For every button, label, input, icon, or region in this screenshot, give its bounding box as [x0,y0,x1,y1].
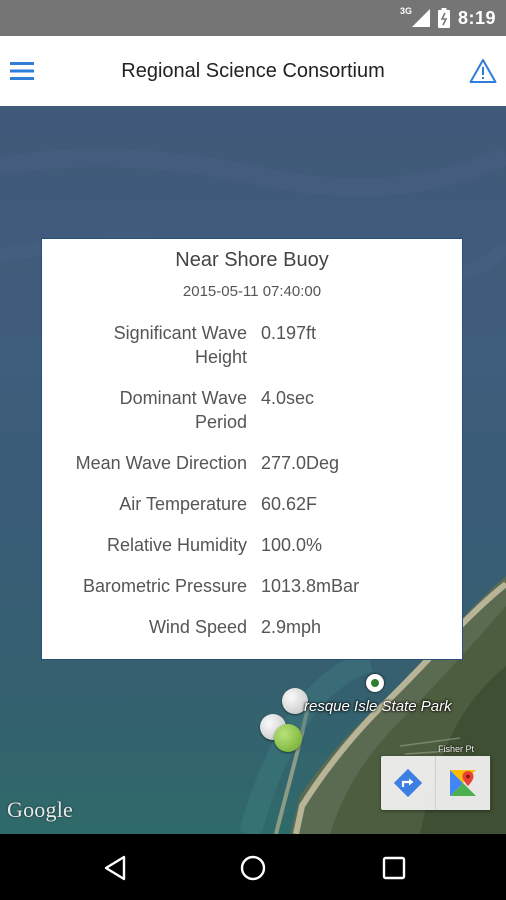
clock: 8:19 [457,7,496,28]
warning-triangle-icon [469,59,497,83]
park-pin[interactable] [366,674,384,692]
measurement-value: 0.197ft [261,323,317,343]
status-indicators: 3G 8:19 [400,0,496,36]
home-button[interactable] [233,848,273,888]
measurement-label: Barometric Pressure [82,576,247,596]
alert-button[interactable] [468,56,498,86]
app-title: Regional Science Consortium [121,59,385,82]
measurement-row: Significant Wave Height 0.197ft [42,321,462,369]
measurement-row: Mean Wave Direction 277.0Deg [42,451,462,475]
measurement-row: Wind Speed 2.9mph [42,615,462,639]
measurement-row: Relative Humidity 100.0% [42,533,462,557]
app-bar: Regional Science Consortium [0,36,506,107]
navigation-bar [0,834,506,900]
recents-button[interactable] [374,848,414,888]
measurement-value: 1013.8mBar [261,576,360,596]
buoy-info-card: Near Shore Buoy 2015-05-11 07:40:00 Sign… [41,238,463,660]
google-maps-icon [450,770,476,796]
measurement-value: 100.0% [261,535,323,555]
directions-button[interactable] [381,756,435,810]
back-button[interactable] [95,848,135,888]
measurement-list: Significant Wave Height 0.197ft Dominant… [42,321,462,656]
battery-icon [437,8,450,28]
status-bar: 3G 8:19 [0,0,506,36]
measurement-label: Significant Wave Height [113,323,247,367]
measurement-value: 2.9mph [261,617,322,637]
place-label: resque Isle State Park [304,698,452,715]
measurement-row: Dominant Wave Period 4.0sec [42,386,462,434]
measurement-label: Mean Wave Direction [75,453,247,473]
recents-square-icon [382,856,406,880]
measurement-value: 277.0Deg [261,453,340,473]
measurement-value: 4.0sec [261,388,315,408]
card-title: Near Shore Buoy [175,249,329,271]
directions-icon [393,768,423,798]
measurement-row: Barometric Pressure 1013.8mBar [42,574,462,598]
card-timestamp: 2015-05-11 07:40:00 [182,283,322,300]
small-place-label: Fisher Pt [438,744,475,754]
measurement-label: Relative Humidity [106,535,247,555]
measurement-label: Air Temperature [119,494,247,514]
map-toolbar [381,756,491,810]
measurement-label: Dominant Wave Period [119,388,247,432]
home-circle-icon [240,855,266,881]
measurement-label: Wind Speed [148,617,247,637]
open-in-maps-button[interactable] [435,756,490,810]
google-attribution: Google [7,797,73,822]
selected-buoy-marker[interactable] [274,724,302,752]
signal-icon [411,9,430,27]
back-triangle-icon [104,855,126,881]
network-type: 3G [399,6,412,16]
measurement-row: Air Temperature 60.62F [42,492,462,516]
measurement-value: 60.62F [261,494,318,514]
